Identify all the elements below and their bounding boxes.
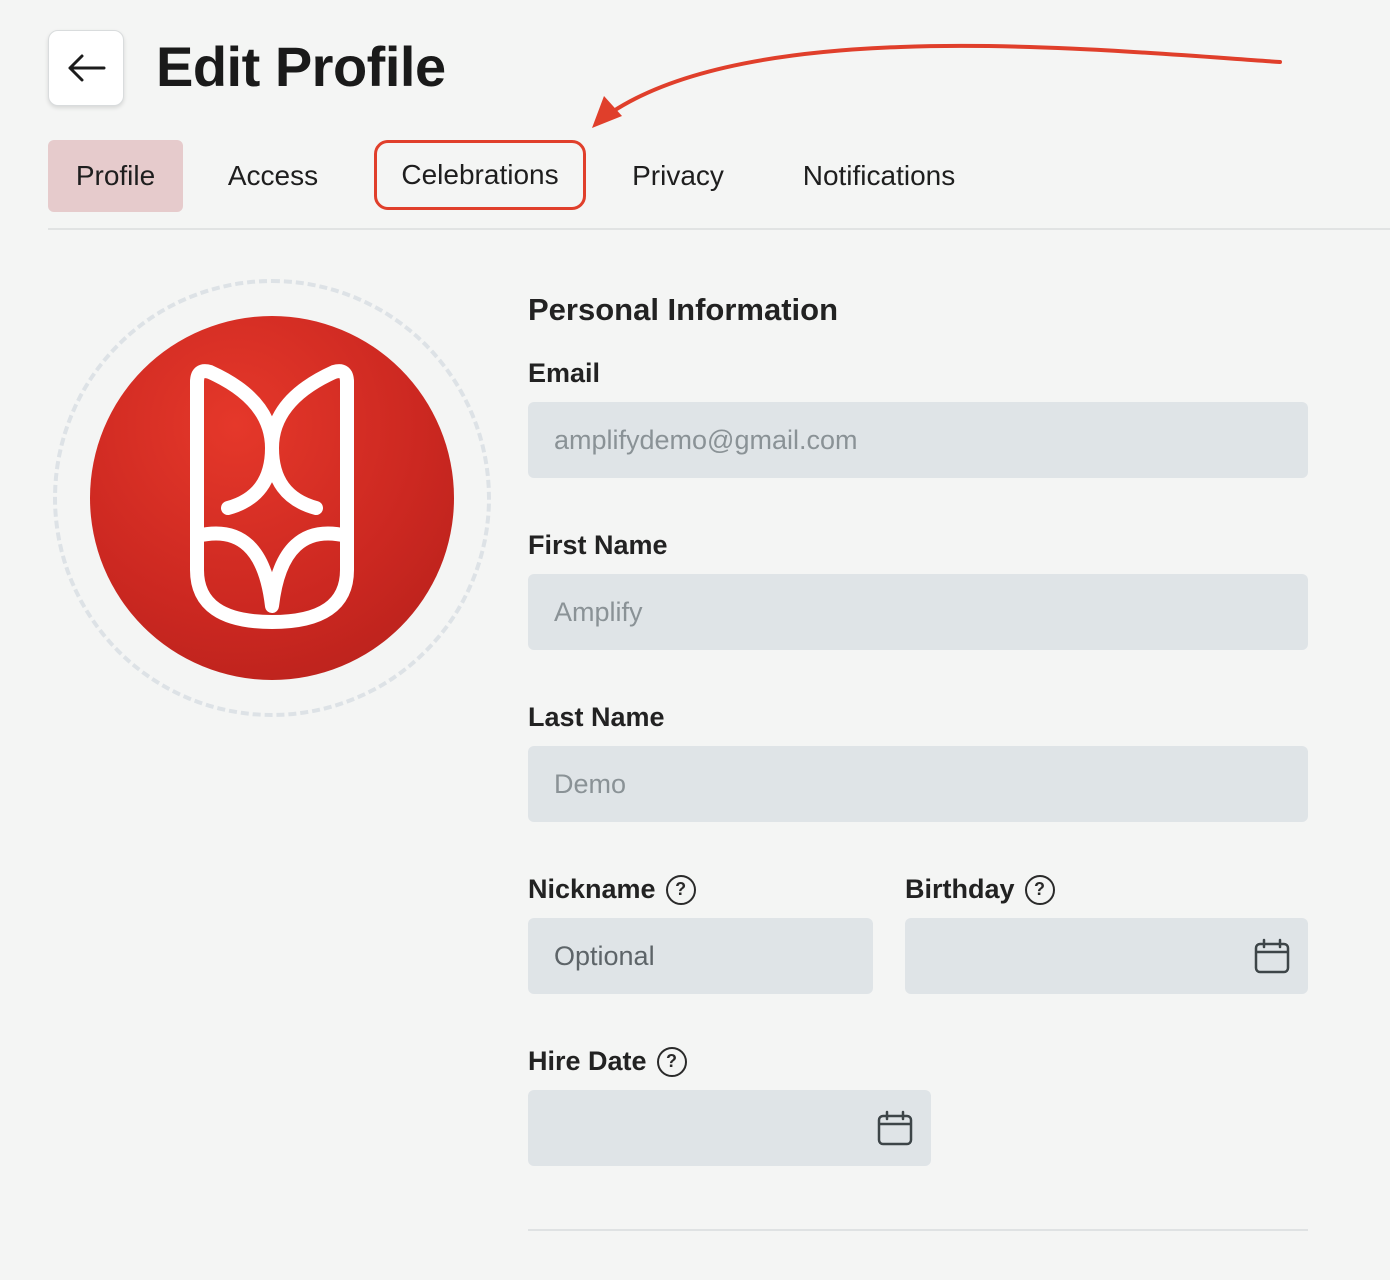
page-title: Edit Profile [156, 35, 446, 98]
birthday-label: Birthday ? [905, 874, 1055, 905]
form-divider [528, 1229, 1308, 1231]
question-circle-icon[interactable]: ? [665, 874, 696, 905]
first-name-label: First Name [528, 530, 668, 560]
first-name-field[interactable]: Amplify [528, 574, 1308, 650]
calendar-icon[interactable] [877, 1110, 913, 1146]
last-name-field[interactable]: Demo [528, 746, 1308, 822]
question-circle-icon[interactable]: ? [656, 1046, 687, 1077]
question-circle-icon[interactable]: ? [1024, 874, 1055, 905]
birthday-field[interactable] [905, 918, 1308, 994]
tab-privacy[interactable]: Privacy [613, 140, 743, 212]
section-title: Personal Information [528, 292, 839, 327]
avatar[interactable] [90, 316, 454, 680]
email-label: Email [528, 358, 601, 388]
email-field[interactable]: amplifydemo@gmail.com [528, 402, 1308, 478]
arrow-left-icon [68, 54, 106, 82]
calendar-icon[interactable] [1254, 938, 1290, 974]
tab-access[interactable]: Access [208, 140, 338, 212]
tab-celebrations[interactable]: Celebrations [374, 140, 586, 210]
last-name-label: Last Name [528, 702, 665, 732]
nickname-label: Nickname ? [528, 874, 696, 905]
back-button[interactable] [48, 30, 124, 106]
nickname-field[interactable]: Optional [528, 918, 873, 994]
amplify-logo-icon [190, 364, 354, 629]
edit-profile-page: Edit Profile Profile Access Celebrations… [0, 0, 1390, 1280]
tab-bar: Profile Access Celebrations Privacy Noti… [48, 140, 1390, 230]
tab-profile[interactable]: Profile [48, 140, 183, 212]
hire-date-field[interactable] [528, 1090, 931, 1166]
hire-date-label: Hire Date ? [528, 1046, 687, 1077]
tab-notifications[interactable]: Notifications [778, 140, 980, 212]
